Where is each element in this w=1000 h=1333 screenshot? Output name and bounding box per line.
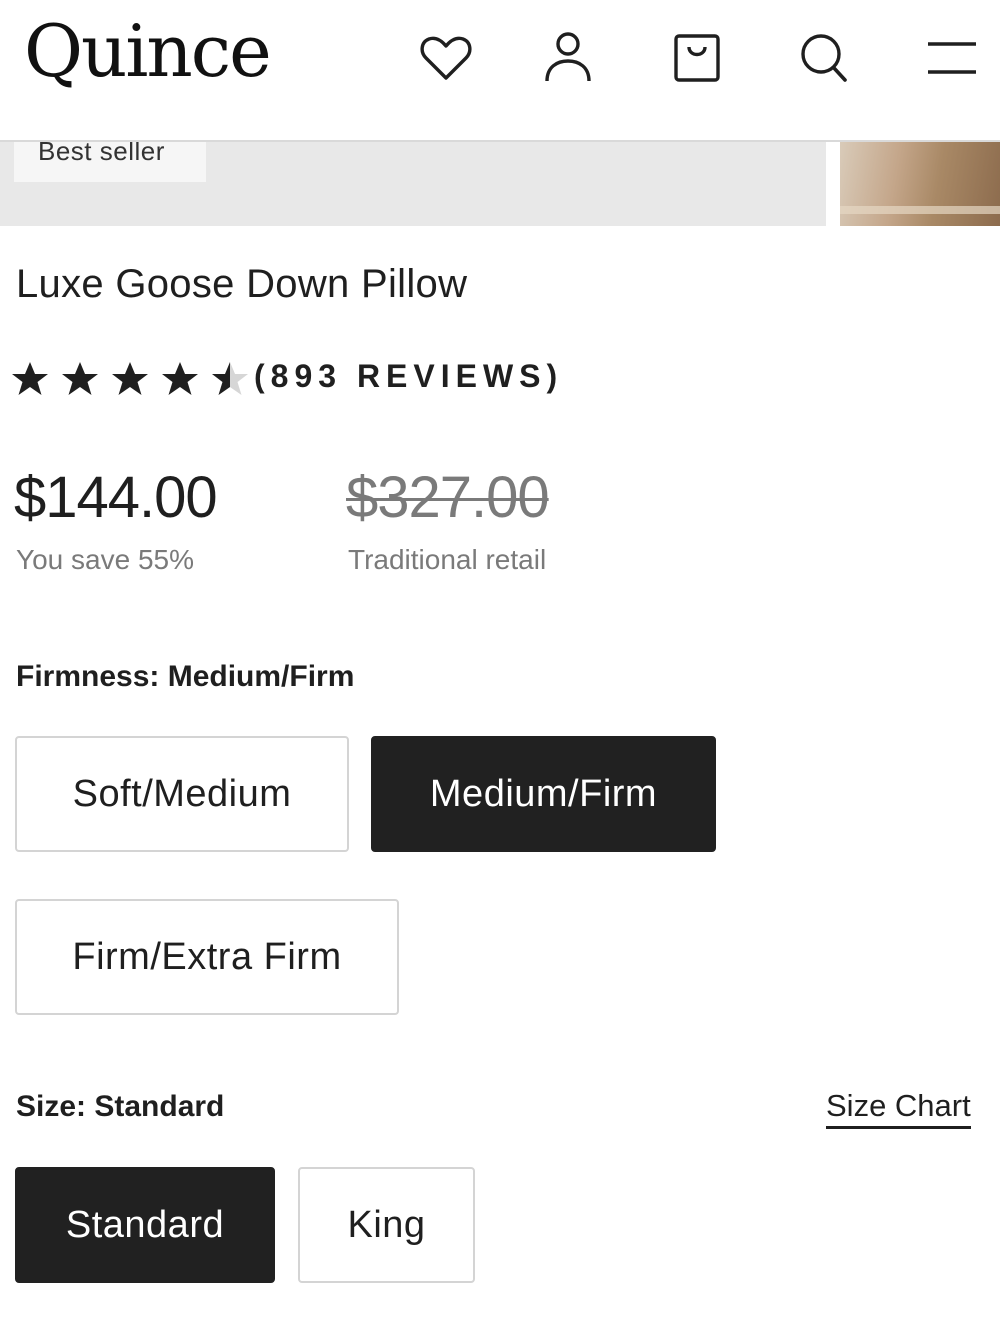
star-icon (162, 362, 198, 395)
original-price: $327.00 (346, 465, 550, 530)
size-option-king[interactable]: King (298, 1167, 475, 1283)
best-seller-badge-text: Best seller (38, 142, 165, 166)
logo[interactable]: Quince (24, 6, 272, 96)
site-header: Quince (0, 0, 1000, 142)
menu-icon[interactable] (924, 28, 980, 88)
half-star-icon (212, 362, 248, 395)
shopping-bag-icon[interactable] (669, 28, 725, 88)
reviews-link[interactable]: (893 REVIEWS) (254, 358, 563, 395)
star-rating[interactable] (10, 360, 250, 398)
firmness-option-firm-extra-firm[interactable]: Firm/Extra Firm (15, 899, 399, 1015)
star-icon (12, 362, 48, 395)
size-label: Size: Standard (16, 1090, 225, 1123)
star-icon (62, 362, 98, 395)
firmness-option-soft-medium[interactable]: Soft/Medium (15, 736, 349, 852)
size-chart-link[interactable]: Size Chart (826, 1088, 971, 1129)
star-icon (112, 362, 148, 395)
product-thumbnail[interactable] (840, 142, 1000, 226)
sale-price: $144.00 (14, 465, 218, 530)
firmness-label: Firmness: Medium/Firm (16, 660, 355, 693)
search-icon[interactable] (796, 28, 852, 88)
user-icon[interactable] (540, 28, 596, 88)
best-seller-badge: Best seller (14, 142, 206, 182)
reviews-count[interactable]: (893 REVIEWS) (254, 358, 563, 395)
savings-text: You save 55% (16, 544, 194, 575)
heart-icon[interactable] (418, 28, 474, 88)
size-option-standard[interactable]: Standard (15, 1167, 275, 1283)
original-price-label: Traditional retail (348, 544, 547, 575)
firmness-option-medium-firm[interactable]: Medium/Firm (371, 736, 716, 852)
product-title: Luxe Goose Down Pillow (16, 262, 468, 306)
